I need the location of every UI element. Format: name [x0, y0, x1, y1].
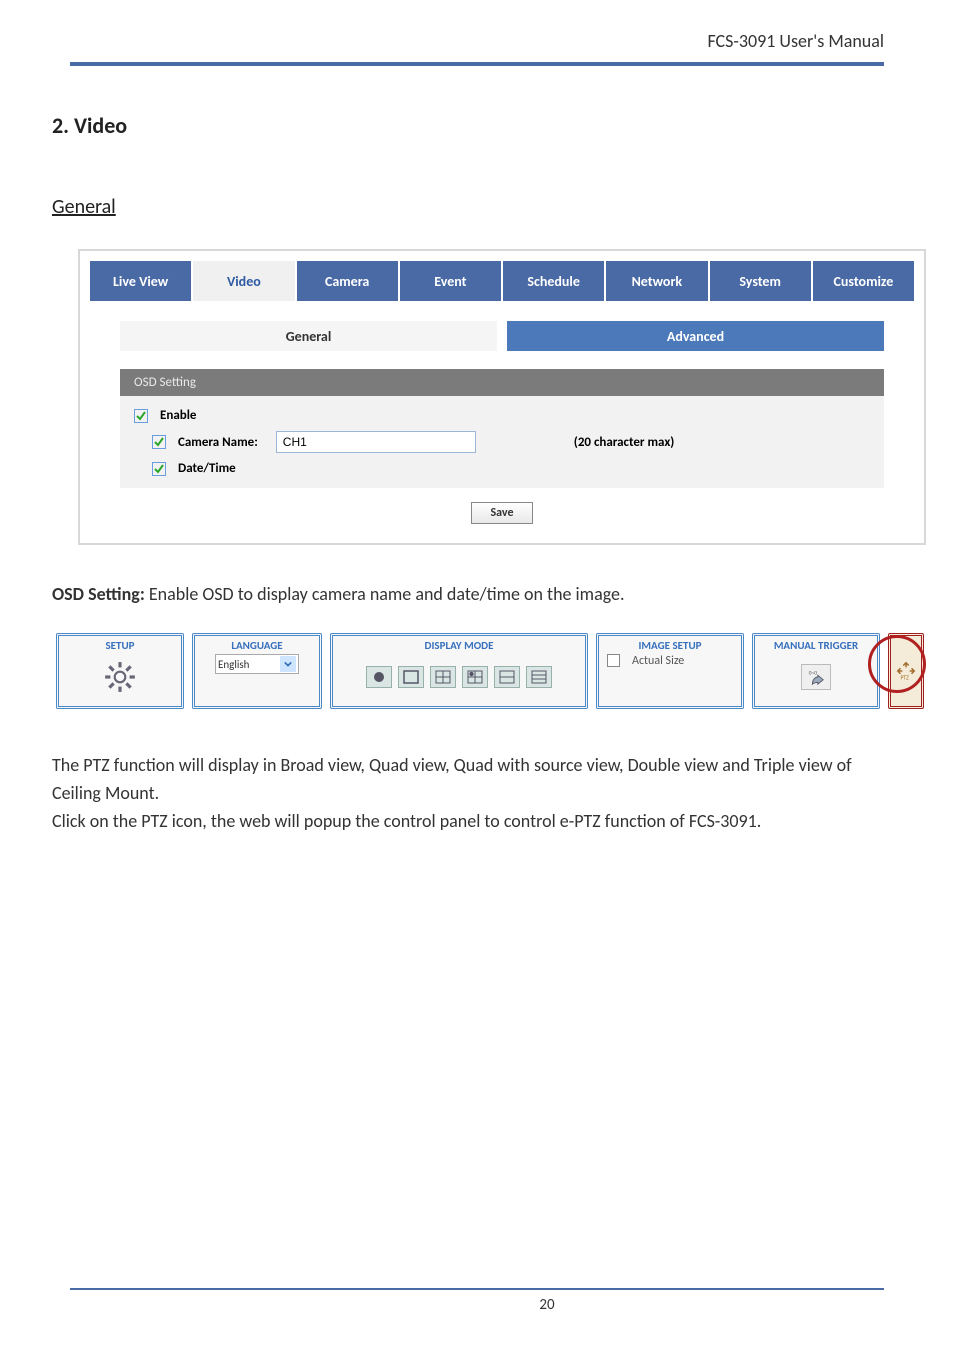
trigger-icon-text: 0~0 [809, 670, 817, 676]
main-tabbar: Live View Video Camera Event Schedule Ne… [90, 261, 914, 301]
osd-description-label: OSD Setting: [52, 583, 145, 605]
chevron-down-icon [280, 656, 296, 672]
osd-camera-name-label: Camera Name: [178, 435, 258, 450]
panel-image-setup: IMAGE SETUP Actual Size [596, 633, 744, 709]
osd-description-text: Enable OSD to display camera name and da… [145, 583, 625, 605]
screenshot-toolbar: SETUP LANGUAGE English DISPLAY MODE [56, 633, 910, 709]
display-mode-quad-source-icon[interactable] [462, 666, 488, 688]
tab-event[interactable]: Event [400, 261, 503, 301]
video-subtabs: General Advanced [120, 321, 884, 351]
ptz-description-line2: Click on the PTZ icon, the web will popu… [52, 808, 884, 836]
panel-image-title: IMAGE SETUP [599, 636, 741, 652]
header-divider [70, 62, 884, 66]
tab-schedule[interactable]: Schedule [503, 261, 606, 301]
osd-camera-name-input[interactable] [276, 431, 476, 453]
subtab-general[interactable]: General [120, 321, 497, 351]
osd-setting-title: OSD Setting [120, 369, 884, 396]
manual-trigger-icon[interactable]: 0~0 [801, 664, 831, 690]
tab-video[interactable]: Video [193, 261, 296, 301]
screenshot-video-general: Live View Video Camera Event Schedule Ne… [78, 249, 926, 545]
panel-setup: SETUP [56, 633, 184, 709]
tab-customize[interactable]: Customize [813, 261, 914, 301]
language-select[interactable]: English [215, 654, 299, 674]
osd-charmax-label: (20 character max) [574, 435, 675, 450]
display-mode-triple-icon[interactable] [526, 666, 552, 688]
panel-manual-trigger: MANUAL TRIGGER 0~0 [752, 633, 880, 709]
panel-display-title: DISPLAY MODE [333, 636, 585, 652]
language-value: English [218, 658, 249, 671]
osd-enable-label: Enable [160, 408, 196, 423]
display-mode-double-icon[interactable] [494, 666, 520, 688]
tab-live-view[interactable]: Live View [90, 261, 193, 301]
ptz-description-paragraph: The PTZ function will display in Broad v… [52, 752, 884, 836]
osd-setting-section: OSD Setting Enable Camera Name: (20 char… [120, 369, 884, 488]
osd-datetime-label: Date/Time [178, 461, 236, 476]
osd-camera-name-checkbox[interactable] [152, 435, 166, 449]
panel-language: LANGUAGE English [192, 633, 322, 709]
tab-network[interactable]: Network [606, 261, 709, 301]
subsection-heading-general: General [52, 195, 116, 219]
osd-datetime-checkbox[interactable] [152, 462, 166, 476]
page-number: 20 [70, 1296, 954, 1314]
ptz-label: PTZ [901, 674, 910, 681]
actual-size-label: Actual Size [632, 654, 684, 668]
panel-setup-title: SETUP [59, 636, 181, 652]
ptz-description-line1: The PTZ function will display in Broad v… [52, 752, 884, 808]
running-head: FCS-3091 User's Manual [707, 30, 884, 52]
panel-display-mode: DISPLAY MODE [330, 633, 588, 709]
display-mode-source-icon[interactable] [366, 666, 392, 688]
panel-language-title: LANGUAGE [195, 636, 319, 652]
osd-description-paragraph: OSD Setting: Enable OSD to display camer… [52, 583, 625, 605]
panel-trigger-title: MANUAL TRIGGER [755, 636, 877, 652]
actual-size-checkbox[interactable] [607, 654, 620, 667]
tab-camera[interactable]: Camera [297, 261, 400, 301]
subtab-advanced[interactable]: Advanced [507, 321, 884, 351]
display-mode-broad-icon[interactable] [398, 666, 424, 688]
osd-enable-checkbox[interactable] [134, 409, 148, 423]
tab-system[interactable]: System [710, 261, 813, 301]
gear-icon[interactable] [103, 660, 137, 694]
section-heading-video: 2. Video [52, 112, 127, 139]
display-mode-quad-icon[interactable] [430, 666, 456, 688]
footer-divider [70, 1288, 884, 1290]
save-button[interactable]: Save [471, 502, 533, 524]
ptz-button[interactable]: PTZ [888, 633, 924, 709]
